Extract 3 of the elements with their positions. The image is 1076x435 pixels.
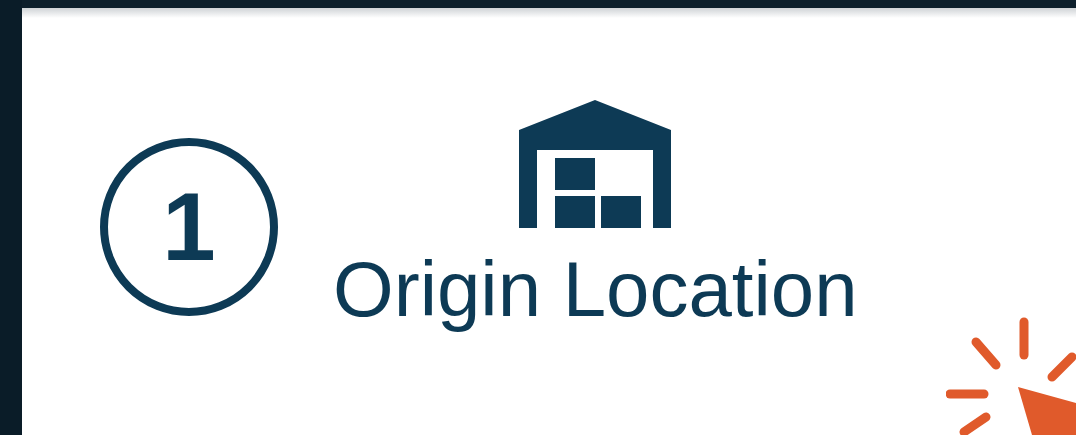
click-cursor-icon [946,317,1076,435]
step-number: 1 [100,138,278,316]
warehouse-icon [519,100,672,228]
